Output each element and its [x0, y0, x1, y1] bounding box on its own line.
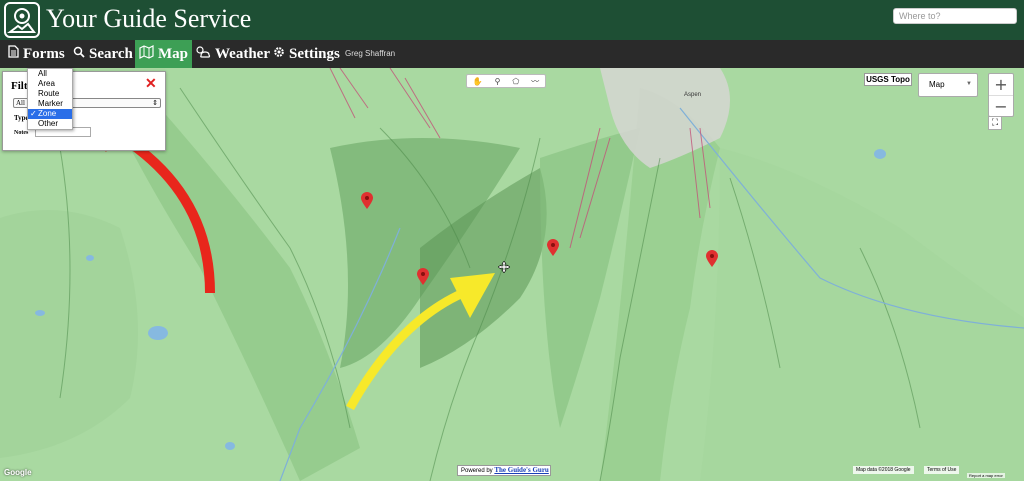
- map-type-select[interactable]: Map ▼: [918, 73, 978, 97]
- document-icon: [8, 45, 19, 63]
- app-title: Your Guide Service: [46, 4, 252, 33]
- user-name: Greg Shaffran: [345, 49, 396, 58]
- map-marker-pin[interactable]: [361, 192, 373, 210]
- fullscreen-icon[interactable]: ⛶: [988, 116, 1002, 130]
- nav-settings-label: Settings: [289, 45, 340, 62]
- map-marker-pin[interactable]: [417, 268, 429, 286]
- type-option-zone[interactable]: ✓ Zone: [28, 109, 72, 119]
- powered-by-label: Powered by: [461, 468, 493, 474]
- nav-map[interactable]: Map: [135, 40, 192, 68]
- select-caret-icon: ⇕: [152, 99, 158, 107]
- type-dropdown-menu: All Area Route Marker ✓ Zone Other: [27, 68, 73, 130]
- logo-icon[interactable]: [4, 2, 40, 38]
- nav-forms-label: Forms: [23, 45, 65, 62]
- main-nav: Forms Search Map Weather Settings Greg S…: [0, 40, 1024, 68]
- zoom-in-button[interactable]: +: [989, 74, 1013, 95]
- nav-weather-label: Weather: [215, 45, 270, 62]
- terms-of-use-link[interactable]: Terms of Use: [924, 466, 960, 474]
- drawing-toolbar: ✋ ⚲ ⬠ 〰: [466, 74, 546, 88]
- guides-guru-link[interactable]: The Guide's Guru: [494, 466, 548, 474]
- nav-weather[interactable]: Weather: [195, 40, 270, 68]
- zoom-out-button[interactable]: −: [989, 96, 1013, 117]
- weather-icon: [195, 45, 211, 63]
- hand-pan-icon[interactable]: ✋: [473, 77, 483, 86]
- type-option-route[interactable]: Route: [28, 89, 72, 99]
- town-label: Aspen: [684, 92, 702, 98]
- filter-category-value: All: [16, 99, 25, 107]
- type-option-area[interactable]: Area: [28, 79, 72, 89]
- gear-icon: [273, 46, 285, 63]
- type-option-marker[interactable]: Marker: [28, 99, 72, 109]
- report-map-error-link[interactable]: Report a map error: [967, 473, 1005, 478]
- usgs-topo-button[interactable]: USGS Topo: [864, 73, 912, 86]
- map-marker-pin[interactable]: [547, 239, 559, 257]
- move-cursor-icon: [498, 261, 510, 273]
- notes-label: Notes: [14, 130, 29, 136]
- close-icon[interactable]: ✕: [145, 76, 157, 93]
- app-header: Your Guide Service: [0, 0, 1024, 40]
- map-data-credit: Map data ©2018 Google: [853, 466, 914, 474]
- powered-by: Powered by The Guide's Guru: [457, 465, 551, 476]
- map-type-label: Map: [929, 80, 945, 89]
- zoom-control: + −: [988, 73, 1014, 117]
- yellow-arrow-shaft: [346, 285, 472, 411]
- red-arrow-shaft: [107, 125, 215, 294]
- nav-settings[interactable]: Settings: [273, 40, 340, 68]
- map-icon: [139, 44, 154, 64]
- filter-title: Filt: [11, 80, 28, 92]
- nav-search-label: Search: [89, 45, 133, 62]
- checkmark-icon: ✓: [30, 109, 37, 118]
- nav-map-label: Map: [158, 45, 188, 62]
- nav-search[interactable]: Search: [73, 40, 133, 68]
- nav-forms[interactable]: Forms: [8, 40, 65, 68]
- type-option-other[interactable]: Other: [28, 119, 72, 129]
- type-option-zone-label: Zone: [38, 109, 57, 118]
- search-icon: [73, 46, 85, 63]
- caret-down-icon: ▼: [966, 81, 972, 87]
- type-option-all[interactable]: All: [28, 69, 72, 79]
- map-marker-pin[interactable]: [706, 250, 718, 268]
- polygon-tool-icon[interactable]: ⬠: [512, 77, 519, 86]
- google-logo: Google: [4, 468, 32, 477]
- marker-tool-icon[interactable]: ⚲: [495, 77, 501, 86]
- polyline-tool-icon[interactable]: 〰: [531, 76, 539, 87]
- where-to-search-input[interactable]: [893, 8, 1017, 24]
